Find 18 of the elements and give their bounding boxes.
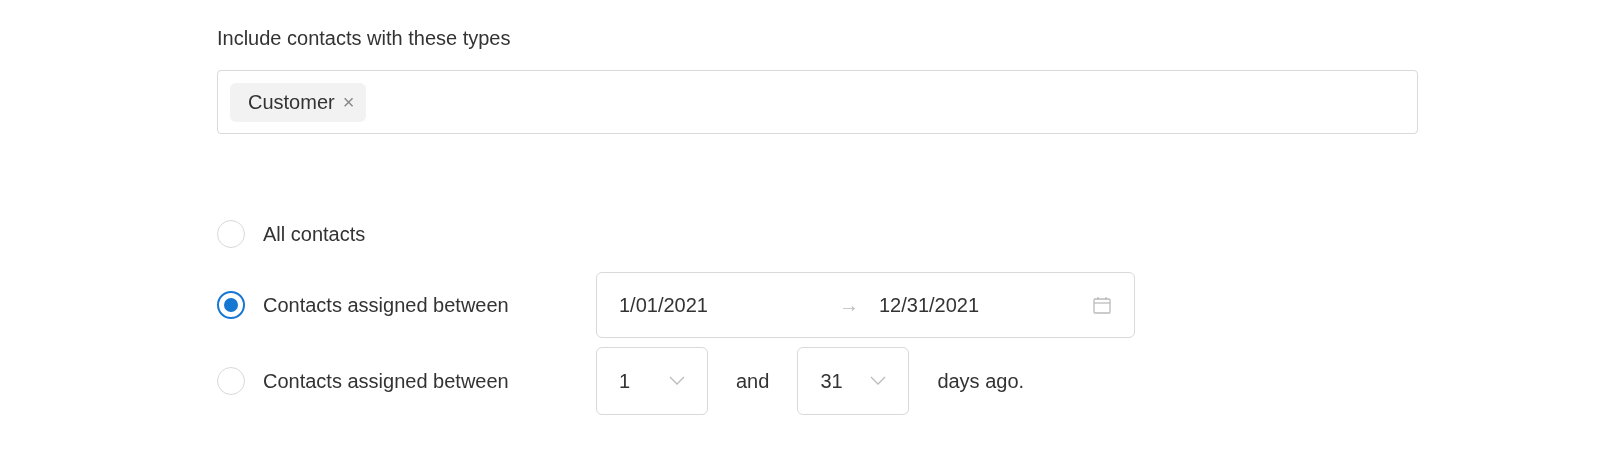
chevron-down-icon	[870, 376, 887, 386]
tag-input-field[interactable]: Customer ×	[217, 70, 1418, 134]
day-select[interactable]: 31	[797, 347, 910, 415]
days-ago-text: days ago.	[937, 369, 1025, 393]
arrow-icon: →	[839, 293, 879, 317]
end-date: 12/31/2021	[879, 293, 981, 317]
tag-label: Customer	[248, 90, 335, 114]
and-text: and	[736, 369, 770, 393]
start-date: 1/01/2021	[619, 293, 709, 317]
chevron-down-icon	[669, 376, 685, 386]
day-select[interactable]: 1	[596, 347, 708, 415]
field-label: Include contacts with these types	[217, 26, 512, 51]
radio-label[interactable]: Contacts assigned between	[263, 293, 596, 317]
calendar-icon[interactable]	[1092, 295, 1112, 315]
radio-label[interactable]: Contacts assigned between	[263, 369, 596, 393]
radio-button[interactable]	[217, 291, 245, 319]
date-range-field[interactable]: 1/01/2021 → 12/31/2021	[596, 272, 1135, 338]
radio-label[interactable]: All contacts	[263, 222, 596, 246]
